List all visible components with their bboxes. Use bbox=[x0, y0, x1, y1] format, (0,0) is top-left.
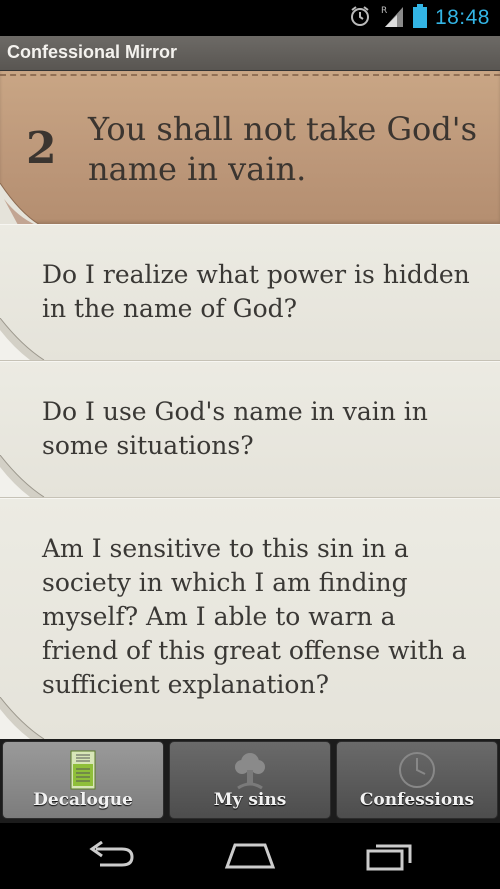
recents-icon[interactable] bbox=[364, 841, 416, 875]
tab-label: Confessions bbox=[359, 790, 475, 810]
page-fold-icon bbox=[0, 318, 45, 360]
action-bar: Confessional Mirror bbox=[0, 36, 500, 71]
app-title: Confessional Mirror bbox=[7, 42, 178, 62]
page-fold-icon bbox=[0, 697, 45, 739]
tree-icon bbox=[232, 750, 268, 794]
tab-label: Decalogue bbox=[33, 790, 133, 810]
clock-icon bbox=[397, 750, 437, 794]
system-nav-bar bbox=[0, 823, 500, 889]
commandment-number: 2 bbox=[26, 123, 57, 174]
commandment-text: You shall not take God's name in vain. bbox=[88, 110, 478, 188]
tab-my-sins[interactable]: My sins bbox=[169, 741, 331, 819]
tab-decalogue[interactable]: Decalogue bbox=[2, 741, 164, 819]
question-card[interactable]: Do I realize what power is hidden in the… bbox=[0, 224, 500, 361]
signal-icon: R bbox=[379, 4, 405, 32]
tab-confessions[interactable]: Confessions bbox=[336, 741, 498, 819]
commandment-header: 2 You shall not take God's name in vain. bbox=[0, 71, 500, 225]
question-text: Am I sensitive to this sin in a society … bbox=[42, 534, 467, 699]
question-card[interactable]: Do I use God's name in vain in some situ… bbox=[0, 361, 500, 498]
tab-label: My sins bbox=[213, 790, 287, 810]
back-icon[interactable] bbox=[86, 840, 136, 875]
tablet-icon bbox=[70, 750, 96, 794]
question-card[interactable]: Am I sensitive to this sin in a society … bbox=[0, 498, 500, 739]
clock-time: 18:48 bbox=[434, 6, 490, 29]
question-text: Do I use God's name in vain in some situ… bbox=[42, 397, 428, 460]
status-bar: R 18:48 bbox=[0, 0, 500, 36]
signal-label: R bbox=[381, 6, 387, 16]
page-fold-icon bbox=[0, 183, 41, 225]
page-fold-icon bbox=[0, 455, 45, 497]
home-icon[interactable] bbox=[223, 841, 277, 875]
alarm-icon bbox=[349, 5, 371, 31]
stitch-divider bbox=[0, 74, 500, 76]
bottom-tab-bar: Decalogue My sins Confessions bbox=[0, 739, 500, 823]
question-text: Do I realize what power is hidden in the… bbox=[42, 260, 470, 323]
commandment-detail[interactable]: 2 You shall not take God's name in vain.… bbox=[0, 71, 500, 739]
battery-icon bbox=[412, 4, 427, 32]
